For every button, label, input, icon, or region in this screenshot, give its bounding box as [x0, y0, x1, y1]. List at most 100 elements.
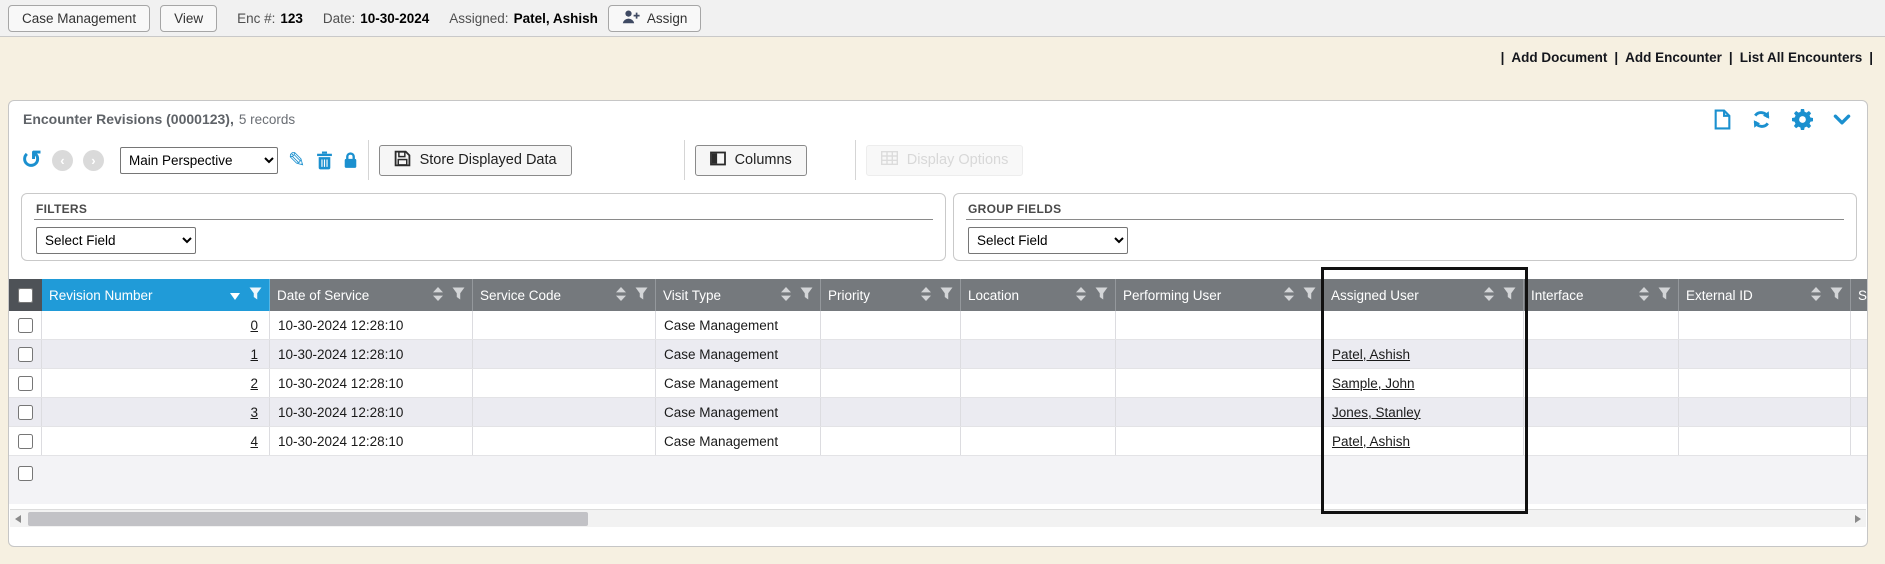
column-header-assigned-user[interactable]: Assigned User	[1324, 279, 1524, 311]
filter-funnel-icon[interactable]	[940, 287, 953, 303]
column-label: Service Code	[480, 288, 561, 303]
add-document-link[interactable]: Add Document	[1511, 50, 1607, 65]
case-management-button[interactable]: Case Management	[8, 5, 150, 32]
sort-both-icon[interactable]	[781, 287, 791, 304]
column-header-truncated[interactable]: S	[1851, 279, 1867, 311]
assigned-user-link[interactable]: Sample, John	[1332, 376, 1415, 391]
edit-pencil-icon[interactable]: ✎	[288, 150, 306, 171]
sort-desc-icon[interactable]	[230, 288, 240, 303]
add-encounter-link[interactable]: Add Encounter	[1625, 50, 1722, 65]
assigned-user-link[interactable]: Patel, Ashish	[1332, 434, 1410, 449]
sort-both-icon[interactable]	[616, 287, 626, 304]
scroll-right-arrow[interactable]	[1850, 510, 1866, 528]
date-label: Date:	[323, 11, 355, 26]
filters-select-field[interactable]: Select Field	[36, 227, 196, 254]
row-checkbox[interactable]	[18, 434, 33, 449]
column-header-priority[interactable]: Priority	[821, 279, 961, 311]
column-header-interface[interactable]: Interface	[1524, 279, 1679, 311]
horizontal-scrollbar[interactable]	[10, 509, 1866, 527]
filter-funnel-icon[interactable]	[452, 287, 465, 303]
lock-icon[interactable]	[343, 151, 358, 169]
filter-funnel-icon[interactable]	[249, 287, 262, 303]
column-header-performing-user[interactable]: Performing User	[1116, 279, 1324, 311]
select-all-checkbox-cell	[9, 279, 42, 311]
filter-funnel-icon[interactable]	[1658, 287, 1671, 303]
date-of-service-cell: 10-30-2024 12:28:10	[270, 398, 473, 426]
view-button[interactable]: View	[160, 5, 217, 32]
service-code-cell	[473, 369, 656, 397]
date-of-service-cell: 10-30-2024 12:28:10	[270, 311, 473, 339]
priority-cell	[821, 398, 961, 426]
new-document-icon[interactable]	[1714, 109, 1731, 130]
panel-header: Encounter Revisions (0000123), 5 records	[9, 101, 1867, 137]
interface-cell	[1524, 369, 1679, 397]
scrollbar-track[interactable]	[26, 510, 1850, 527]
store-displayed-data-button[interactable]: Store Displayed Data	[379, 145, 572, 176]
filters-box: FILTERS Select Field	[21, 193, 946, 261]
select-all-checkbox[interactable]	[18, 288, 33, 303]
previous-perspective-icon[interactable]: ‹	[52, 150, 73, 171]
column-header-external-id[interactable]: External ID	[1679, 279, 1851, 311]
assigned-user-cell: Jones, Stanley	[1324, 398, 1524, 426]
row-checkbox[interactable]	[18, 376, 33, 391]
filter-funnel-icon[interactable]	[1303, 287, 1316, 303]
assigned-user-link[interactable]: Jones, Stanley	[1332, 405, 1421, 420]
external-id-cell	[1679, 311, 1851, 339]
left-arrow-icon	[15, 515, 21, 523]
column-header-location[interactable]: Location	[961, 279, 1116, 311]
assigned-field: Assigned: Patel, Ashish	[449, 11, 598, 26]
delete-trash-icon[interactable]	[316, 151, 333, 170]
external-id-cell	[1679, 427, 1851, 455]
sort-both-icon[interactable]	[1639, 287, 1649, 304]
filter-funnel-icon[interactable]	[1095, 287, 1108, 303]
row-checkbox[interactable]	[18, 318, 33, 333]
filter-funnel-icon[interactable]	[1503, 287, 1516, 303]
sort-both-icon[interactable]	[1284, 287, 1294, 304]
truncated-cell	[1851, 369, 1867, 397]
revision-number-link[interactable]: 0	[250, 318, 258, 333]
next-perspective-icon[interactable]: ›	[83, 150, 104, 171]
revision-number-link[interactable]: 1	[250, 347, 258, 362]
truncated-cell	[1851, 340, 1867, 368]
revision-number-link[interactable]: 3	[250, 405, 258, 420]
refresh-icon[interactable]	[1751, 109, 1772, 130]
row-checkbox[interactable]	[18, 347, 33, 362]
date-field: Date: 10-30-2024	[323, 11, 429, 26]
scroll-left-arrow[interactable]	[10, 510, 26, 528]
performing-user-cell	[1116, 427, 1324, 455]
column-header-date-of-service[interactable]: Date of Service	[270, 279, 473, 311]
row-checkbox[interactable]	[18, 405, 33, 420]
assign-button[interactable]: Assign	[608, 5, 702, 32]
settings-gear-icon[interactable]	[1792, 109, 1813, 130]
column-label: Priority	[828, 288, 870, 303]
sort-both-icon[interactable]	[921, 287, 931, 304]
group-fields-select-field[interactable]: Select Field	[968, 227, 1128, 254]
sort-both-icon[interactable]	[1076, 287, 1086, 304]
priority-cell	[821, 369, 961, 397]
sort-both-icon[interactable]	[1484, 287, 1494, 304]
column-header-service-code[interactable]: Service Code	[473, 279, 656, 311]
display-options-label: Display Options	[907, 152, 1009, 168]
column-label: Date of Service	[277, 288, 369, 303]
revision-number-link[interactable]: 2	[250, 376, 258, 391]
filter-funnel-icon[interactable]	[1830, 287, 1843, 303]
column-header-revision-number[interactable]: Revision Number	[42, 279, 270, 311]
perspective-select[interactable]: Main Perspective	[120, 147, 278, 174]
location-cell	[961, 311, 1116, 339]
scrollbar-thumb[interactable]	[28, 512, 588, 526]
grid-toolbar: ↺ ‹ › Main Perspective ✎ Store Displayed…	[9, 137, 1867, 183]
columns-button[interactable]: Columns	[695, 145, 807, 176]
footer-checkbox[interactable]	[18, 466, 33, 481]
list-all-encounters-link[interactable]: List All Encounters	[1740, 50, 1863, 65]
filter-funnel-icon[interactable]	[635, 287, 648, 303]
performing-user-cell	[1116, 398, 1324, 426]
sort-both-icon[interactable]	[1811, 287, 1821, 304]
priority-cell	[821, 427, 961, 455]
assigned-user-link[interactable]: Patel, Ashish	[1332, 347, 1410, 362]
collapse-chevron-icon[interactable]	[1833, 114, 1851, 125]
column-header-visit-type[interactable]: Visit Type	[656, 279, 821, 311]
filter-funnel-icon[interactable]	[800, 287, 813, 303]
sort-both-icon[interactable]	[433, 287, 443, 304]
undo-icon[interactable]: ↺	[21, 148, 42, 173]
revision-number-link[interactable]: 4	[250, 434, 258, 449]
